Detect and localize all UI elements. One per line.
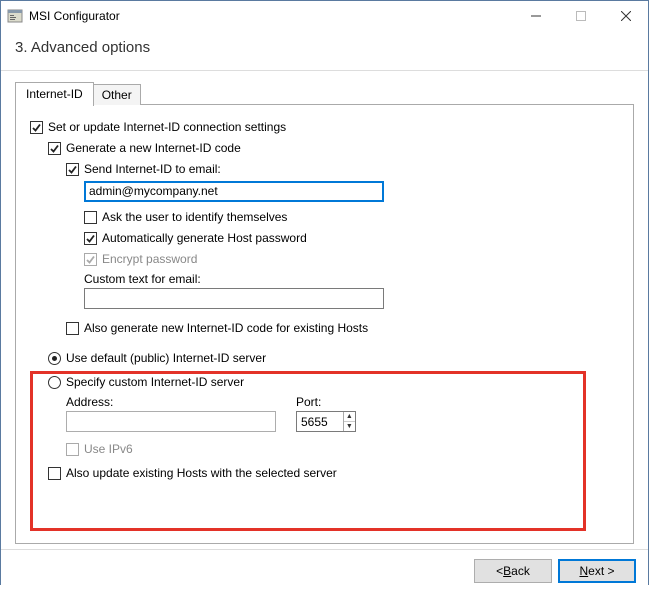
label-generate-code: Generate a new Internet-ID code bbox=[66, 139, 241, 157]
label-specify-custom-server: Specify custom Internet-ID server bbox=[66, 373, 244, 391]
back-prefix: < bbox=[496, 564, 503, 578]
back-letter: B bbox=[503, 564, 511, 578]
checkbox-icon bbox=[84, 232, 97, 245]
opt-encrypt-password: Encrypt password bbox=[84, 250, 619, 268]
checkbox-icon bbox=[48, 467, 61, 480]
label-port: Port: bbox=[296, 395, 356, 409]
radio-icon bbox=[48, 376, 61, 389]
label-also-generate-existing: Also generate new Internet-ID code for e… bbox=[84, 319, 368, 337]
page-title: 3. Advanced options bbox=[1, 31, 648, 71]
radio-icon bbox=[48, 352, 61, 365]
label-also-update-existing-server: Also update existing Hosts with the sele… bbox=[66, 464, 337, 482]
window-title: MSI Configurator bbox=[29, 9, 120, 23]
next-letter: N bbox=[579, 564, 588, 578]
spinner-up-icon[interactable]: ▲ bbox=[344, 412, 355, 422]
opt-also-update-existing-server[interactable]: Also update existing Hosts with the sele… bbox=[48, 464, 619, 482]
label-use-default-server: Use default (public) Internet-ID server bbox=[66, 349, 266, 367]
label-send-email: Send Internet-ID to email: bbox=[84, 160, 221, 178]
opt-use-ipv6: Use IPv6 bbox=[66, 440, 619, 458]
email-input[interactable]: admin@mycompany.net bbox=[84, 181, 384, 202]
tab-panel-internet-id: Set or update Internet-ID connection set… bbox=[15, 104, 634, 544]
opt-set-update[interactable]: Set or update Internet-ID connection set… bbox=[30, 118, 619, 136]
spinner-buttons[interactable]: ▲ ▼ bbox=[343, 412, 355, 431]
port-value[interactable] bbox=[297, 412, 343, 431]
titlebar: MSI Configurator bbox=[1, 1, 648, 31]
checkbox-icon bbox=[66, 322, 79, 335]
back-rest: ack bbox=[511, 564, 530, 578]
opt-send-email[interactable]: Send Internet-ID to email: bbox=[66, 160, 619, 178]
port-input[interactable]: ▲ ▼ bbox=[296, 411, 356, 432]
label-set-update: Set or update Internet-ID connection set… bbox=[48, 118, 286, 136]
maximize-button bbox=[558, 1, 603, 31]
checkbox-icon bbox=[84, 211, 97, 224]
address-input bbox=[66, 411, 276, 432]
next-button[interactable]: Next > bbox=[558, 559, 636, 583]
opt-auto-password[interactable]: Automatically generate Host password bbox=[84, 229, 619, 247]
label-address: Address: bbox=[66, 395, 276, 409]
back-button[interactable]: < Back bbox=[474, 559, 552, 583]
opt-also-generate-existing[interactable]: Also generate new Internet-ID code for e… bbox=[66, 319, 619, 337]
checkbox-icon bbox=[48, 142, 61, 155]
spinner-down-icon[interactable]: ▼ bbox=[344, 422, 355, 431]
opt-ask-identify[interactable]: Ask the user to identify themselves bbox=[84, 208, 619, 226]
opt-specify-custom-server[interactable]: Specify custom Internet-ID server bbox=[48, 373, 619, 391]
label-use-ipv6: Use IPv6 bbox=[84, 440, 133, 458]
label-encrypt-password: Encrypt password bbox=[102, 250, 197, 268]
checkbox-icon bbox=[66, 163, 79, 176]
label-ask-identify: Ask the user to identify themselves bbox=[102, 208, 287, 226]
label-custom-text: Custom text for email: bbox=[84, 272, 619, 286]
tab-strip: Internet-ID Other bbox=[15, 81, 634, 105]
label-auto-password: Automatically generate Host password bbox=[102, 229, 307, 247]
minimize-button[interactable] bbox=[513, 1, 558, 31]
checkbox-icon bbox=[84, 253, 97, 266]
checkbox-icon bbox=[30, 121, 43, 134]
tab-other[interactable]: Other bbox=[93, 84, 141, 105]
app-icon bbox=[7, 8, 23, 24]
tab-internet-id[interactable]: Internet-ID bbox=[15, 82, 94, 106]
content-area: Internet-ID Other Set or update Internet… bbox=[1, 71, 648, 549]
opt-use-default-server[interactable]: Use default (public) Internet-ID server bbox=[48, 349, 619, 367]
next-rest: ext > bbox=[588, 564, 614, 578]
custom-text-input[interactable] bbox=[84, 288, 384, 309]
close-button[interactable] bbox=[603, 1, 648, 31]
opt-generate-code[interactable]: Generate a new Internet-ID code bbox=[48, 139, 619, 157]
checkbox-icon bbox=[66, 443, 79, 456]
